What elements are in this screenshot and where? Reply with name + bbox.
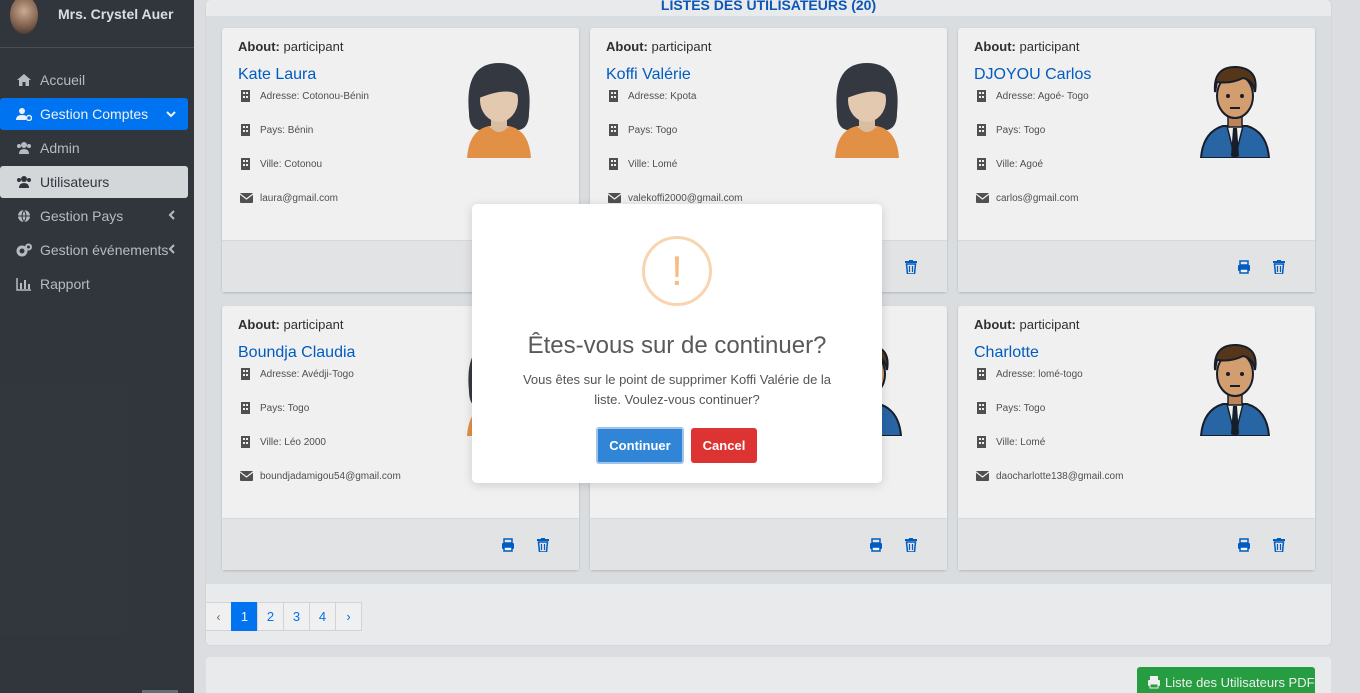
dialog-title: Êtes-vous sur de continuer?: [527, 332, 827, 359]
confirm-button[interactable]: Continuer: [596, 427, 684, 464]
warning-icon: !: [642, 236, 712, 306]
cancel-button[interactable]: Cancel: [691, 428, 757, 463]
confirm-dialog: ! Êtes-vous sur de continuer? Vous êtes …: [472, 204, 882, 483]
dialog-message: Vous êtes sur le point de supprimer Koff…: [522, 372, 832, 407]
